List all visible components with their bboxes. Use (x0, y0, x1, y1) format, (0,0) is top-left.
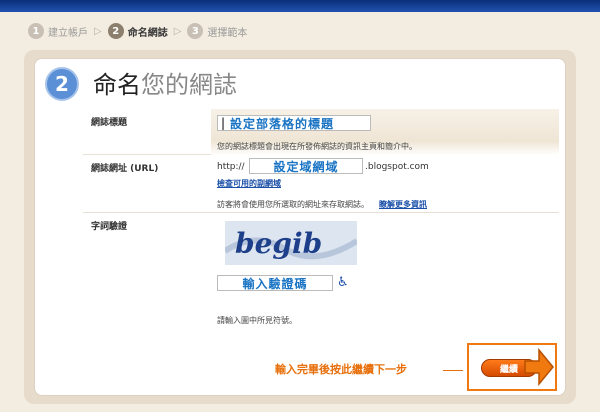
word-verification-label: 字詞驗證 (91, 222, 128, 232)
step-choose-template: 3 選擇範本 (187, 23, 247, 39)
blog-title-body: | 設定部落格的標題 您的網誌標題會出現在所發佈網誌的資訊主頁和簡介中。 (211, 109, 559, 155)
blog-title-hint: 您的網誌標題會出現在所發佈網誌的資訊主頁和簡介中。 (217, 142, 417, 151)
step-label: 建立帳戶 (48, 27, 88, 39)
continue-annotation: 輸入完畢後按此繼續下一步 (275, 363, 407, 376)
step-number: 1 (28, 23, 44, 39)
arrow-right-icon (524, 347, 554, 387)
blog-title-label: 網誌標題 (91, 118, 128, 128)
text-caret: | (221, 116, 227, 130)
top-header-bar (0, 0, 600, 12)
step-badge: 2 (45, 67, 79, 101)
url-suffix: .blogspot.com (365, 162, 429, 172)
url-prefix: http:// (217, 162, 245, 172)
step-number: 3 (187, 23, 204, 39)
title-dark: 命名 (93, 71, 141, 99)
blog-form: 網誌標題 | 設定部落格的標題 您的網誌標題會出現在所發佈網誌的資訊主頁和簡介中… (83, 109, 559, 335)
accessibility-icon[interactable]: ♿ (337, 275, 349, 290)
progress-steps: 1 建立帳戶 ▷ 2 命名網誌 ▷ 3 選擇範本 (28, 22, 247, 40)
captcha-graphic: begib (225, 227, 357, 260)
subdomain-input[interactable]: 設定域網域 (249, 158, 363, 174)
step-arrow-icon: ▷ (173, 25, 182, 37)
blog-address-hint: 訪客將會使用您所選取的網址來存取網誌。 (217, 200, 369, 209)
captcha-image: begib (225, 221, 357, 265)
annotation-line (443, 370, 463, 371)
blog-title-input[interactable]: | 設定部落格的標題 (217, 115, 371, 131)
page-title: 命名您的網誌 (93, 65, 237, 100)
blog-address-label: 網誌網址 (URL) (91, 164, 159, 174)
form-card: 2 命名您的網誌 網誌標題 | 設定部落格的標題 您的網誌標題會出現在所發佈網誌… (34, 58, 566, 396)
title-light: 您的網誌 (141, 71, 237, 99)
check-availability-link[interactable]: 檢查可用的副網域 (217, 178, 281, 189)
step-create-account: 1 建立帳戶 (28, 23, 88, 39)
blog-address-row: 網誌網址 (URL) http:// 設定域網域 .blogspot.com 檢… (83, 155, 559, 213)
learn-more-link[interactable]: 瞭解更多資訊 (379, 199, 427, 210)
captcha-annotation: 輸入驗證碼 (242, 276, 308, 291)
step-label: 命名網誌 (127, 27, 168, 39)
captcha-hint: 請輸入圖中所見符號。 (217, 316, 297, 325)
step-number: 2 (107, 23, 124, 39)
captcha-input[interactable]: 輸入驗證碼 (217, 275, 333, 291)
step-label: 選擇範本 (207, 27, 248, 39)
step-name-blog: 2 命名網誌 (107, 23, 168, 39)
word-verification-row: 字詞驗證 begib 輸入驗證碼 ♿ 請輸入圖中所見符號。 (83, 213, 559, 335)
blog-title-row: 網誌標題 | 設定部落格的標題 您的網誌標題會出現在所發佈網誌的資訊主頁和簡介中… (83, 109, 559, 155)
blog-title-annotation: 設定部落格的標題 (230, 116, 335, 131)
subdomain-annotation: 設定域網域 (273, 159, 339, 174)
step-arrow-icon: ▷ (94, 25, 102, 37)
captcha-text: begib (235, 227, 322, 260)
main-panel: 2 命名您的網誌 網誌標題 | 設定部落格的標題 您的網誌標題會出現在所發佈網誌… (24, 50, 576, 404)
